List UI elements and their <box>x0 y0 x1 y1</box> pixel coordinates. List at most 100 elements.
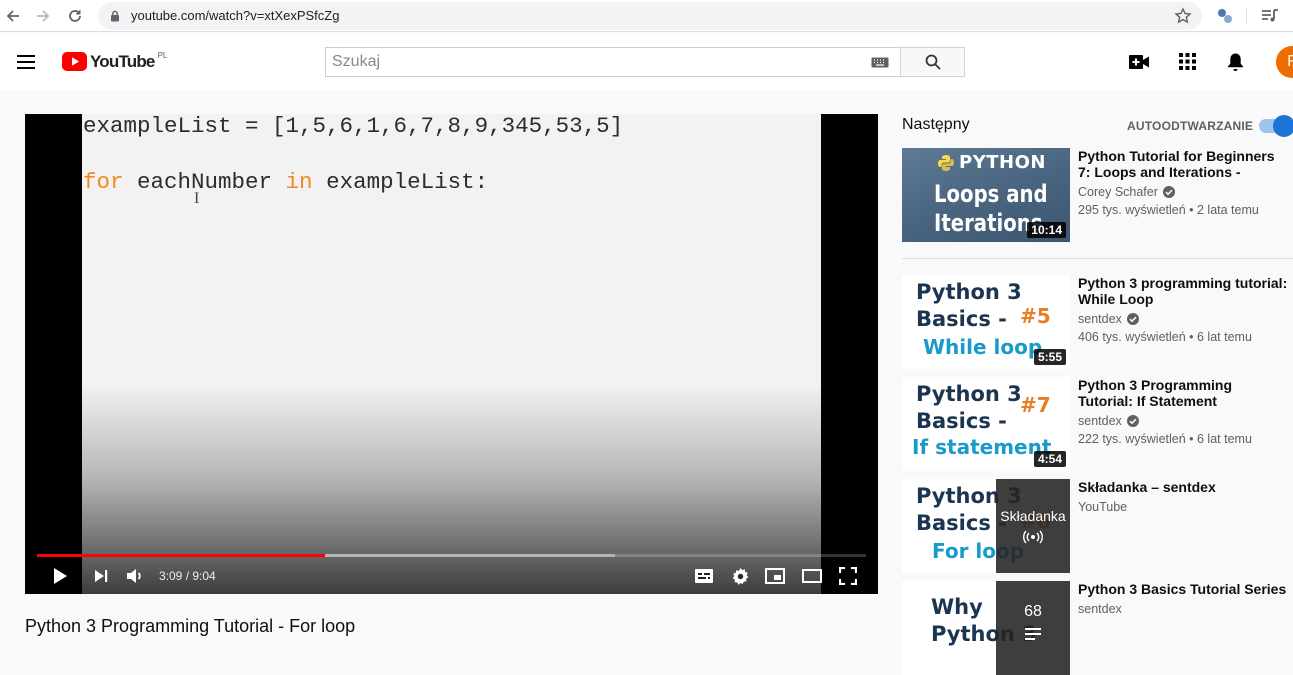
recommended-video[interactable]: Python 3 Basics - #7 If statement 4:54 P… <box>902 377 1293 471</box>
progress-bar[interactable] <box>37 554 866 557</box>
mix-radio-icon <box>1023 530 1043 544</box>
search-button[interactable] <box>900 47 965 77</box>
rec-video-title[interactable]: Python 3 programming tutorial: While Loo… <box>1078 275 1290 307</box>
autoplay-toggle-knob[interactable] <box>1273 115 1293 137</box>
recommended-playlist[interactable]: Why Python 3 68 Python 3 Basics Tutorial… <box>902 581 1293 675</box>
miniplayer-button[interactable] <box>764 565 786 587</box>
play-button[interactable] <box>49 565 71 587</box>
thumb-topic: While loop <box>923 335 1043 359</box>
youtube-logo[interactable]: YouTube PL <box>62 51 167 72</box>
search-input[interactable] <box>332 52 852 72</box>
video-title: Python 3 Programming Tutorial - For loop <box>25 616 356 636</box>
controls-gradient <box>25 384 878 594</box>
section-divider <box>902 258 1293 259</box>
extension-icon[interactable] <box>1215 6 1235 26</box>
verified-check-icon <box>1126 415 1139 427</box>
channel-name: Corey Schafer <box>1078 185 1158 199</box>
playlist-thumbnail[interactable]: Python 3 Basics - #6 For loop Składanka <box>902 479 1070 573</box>
notifications-bell-icon[interactable] <box>1227 52 1244 72</box>
youtube-play-logo-icon <box>62 52 87 71</box>
code-keyword-in: in <box>285 169 313 195</box>
logo-wordmark: YouTube <box>90 52 155 71</box>
apps-grid-icon[interactable] <box>1179 53 1196 70</box>
bookmark-star-icon[interactable] <box>1174 7 1192 25</box>
lock-icon <box>111 10 119 22</box>
play-icon <box>54 568 67 584</box>
duration-badge: 4:54 <box>1033 451 1066 467</box>
youtube-header: YouTube PL F <box>0 33 1293 90</box>
rec-video-title[interactable]: Python 3 Programming Tutorial: If Statem… <box>1078 377 1290 409</box>
video-thumbnail[interactable]: Python 3 Basics - #7 If statement 4:54 <box>902 377 1070 471</box>
rec-channel[interactable]: Corey Schafer <box>1078 185 1175 199</box>
thumb-line-2: Basics - <box>916 511 1007 535</box>
volume-icon <box>127 569 141 583</box>
verified-check-icon <box>1126 313 1139 325</box>
duration-badge: 5:55 <box>1033 349 1066 365</box>
rec-playlist-title[interactable]: Python 3 Basics Tutorial Series <box>1078 581 1290 597</box>
channel-name: sentdex <box>1078 312 1122 326</box>
next-button[interactable] <box>90 565 112 587</box>
code-iterable: exampleList: <box>312 169 489 195</box>
video-player[interactable]: exampleList = [1,5,6,1,6,7,8,9,345,53,5]… <box>25 114 878 594</box>
video-thumbnail[interactable]: PYTHON Loops and Iterations 10:14 <box>902 148 1070 242</box>
channel-name: sentdex <box>1078 602 1122 616</box>
rec-video-title[interactable]: Python Tutorial for Beginners 7: Loops a… <box>1078 148 1290 180</box>
playlist-video-count: 68 <box>1024 603 1042 620</box>
rec-channel[interactable]: sentdex <box>1078 414 1139 428</box>
back-button[interactable] <box>3 6 23 26</box>
mute-button[interactable] <box>124 565 146 587</box>
address-bar[interactable]: youtube.com/watch?v=xtXexPSfcZg <box>98 2 1202 30</box>
progress-played <box>37 554 325 557</box>
theater-mode-button[interactable] <box>801 565 823 587</box>
create-video-icon[interactable] <box>1129 55 1149 69</box>
rec-playlist-title[interactable]: Składanka – sentdex <box>1078 479 1290 495</box>
thumb-episode-number: #5 <box>1020 304 1051 328</box>
forward-button[interactable] <box>33 6 53 26</box>
playlist-icon <box>1025 628 1041 640</box>
autoplay-label: AUTOODTWARZANIE <box>1127 119 1254 133</box>
code-variable: eachNumber <box>123 169 286 195</box>
recommended-video[interactable]: Python 3 Basics - #5 While loop 5:55 Pyt… <box>902 275 1293 369</box>
recommended-playlist[interactable]: Python 3 Basics - #6 For loop Składanka … <box>902 479 1293 573</box>
mix-overlay: Składanka <box>996 479 1070 573</box>
hamburger-menu-icon[interactable] <box>16 54 36 70</box>
url-text: youtube.com/watch?v=xtXexPSfcZg <box>131 8 340 23</box>
code-keyword-for: for <box>83 169 124 195</box>
thumb-line-1: Why <box>931 595 983 619</box>
reload-button[interactable] <box>65 6 85 26</box>
subtitles-button[interactable] <box>693 565 715 587</box>
thumb-line-2: Loops and <box>934 180 1048 208</box>
rec-view-stats: 406 tys. wyświetleń • 6 lat temu <box>1078 330 1252 344</box>
rec-channel[interactable]: sentdex <box>1078 312 1139 326</box>
time-display: 3:09 / 9:04 <box>159 569 216 583</box>
up-next-label: Następny <box>902 116 970 133</box>
video-thumbnail[interactable]: Python 3 Basics - #5 While loop 5:55 <box>902 275 1070 369</box>
rec-channel[interactable]: sentdex <box>1078 602 1122 616</box>
forward-arrow-icon <box>37 10 50 22</box>
fullscreen-button[interactable] <box>837 565 859 587</box>
settings-button[interactable] <box>729 565 751 587</box>
playlist-overlay: 68 <box>996 581 1070 675</box>
text-cursor-icon: I <box>194 190 200 207</box>
thumb-line-1: Python 3 <box>916 280 1022 304</box>
code-line-1: exampleList = [1,5,6,1,6,7,8,9,345,53,5] <box>83 114 624 139</box>
keyboard-icon[interactable] <box>871 57 889 68</box>
verified-check-icon <box>1162 186 1175 198</box>
recommended-video[interactable]: PYTHON Loops and Iterations 10:14 Python… <box>902 148 1293 242</box>
mix-overlay-label: Składanka <box>1000 508 1066 524</box>
code-line-2: for eachNumber in exampleList: <box>83 169 488 195</box>
media-playlist-icon[interactable] <box>1261 8 1279 24</box>
account-avatar[interactable]: F <box>1276 46 1293 78</box>
channel-name: YouTube <box>1078 500 1128 514</box>
thumb-topic: If statement <box>912 435 1052 459</box>
subtitles-icon <box>695 569 713 583</box>
rec-view-stats: 295 tys. wyświetleń • 2 lata temu <box>1078 203 1259 217</box>
rec-channel[interactable]: YouTube <box>1078 500 1127 514</box>
miniplayer-icon <box>765 568 785 584</box>
browser-toolbar: youtube.com/watch?v=xtXexPSfcZg <box>0 0 1293 32</box>
python-logo-icon <box>938 154 954 171</box>
thumb-line-2: Basics - <box>916 409 1007 433</box>
playlist-thumbnail[interactable]: Why Python 3 68 <box>902 581 1070 675</box>
thumb-heading: PYTHON <box>937 152 1046 173</box>
rec-view-stats: 222 tys. wyświetleń • 6 lat temu <box>1078 432 1252 446</box>
